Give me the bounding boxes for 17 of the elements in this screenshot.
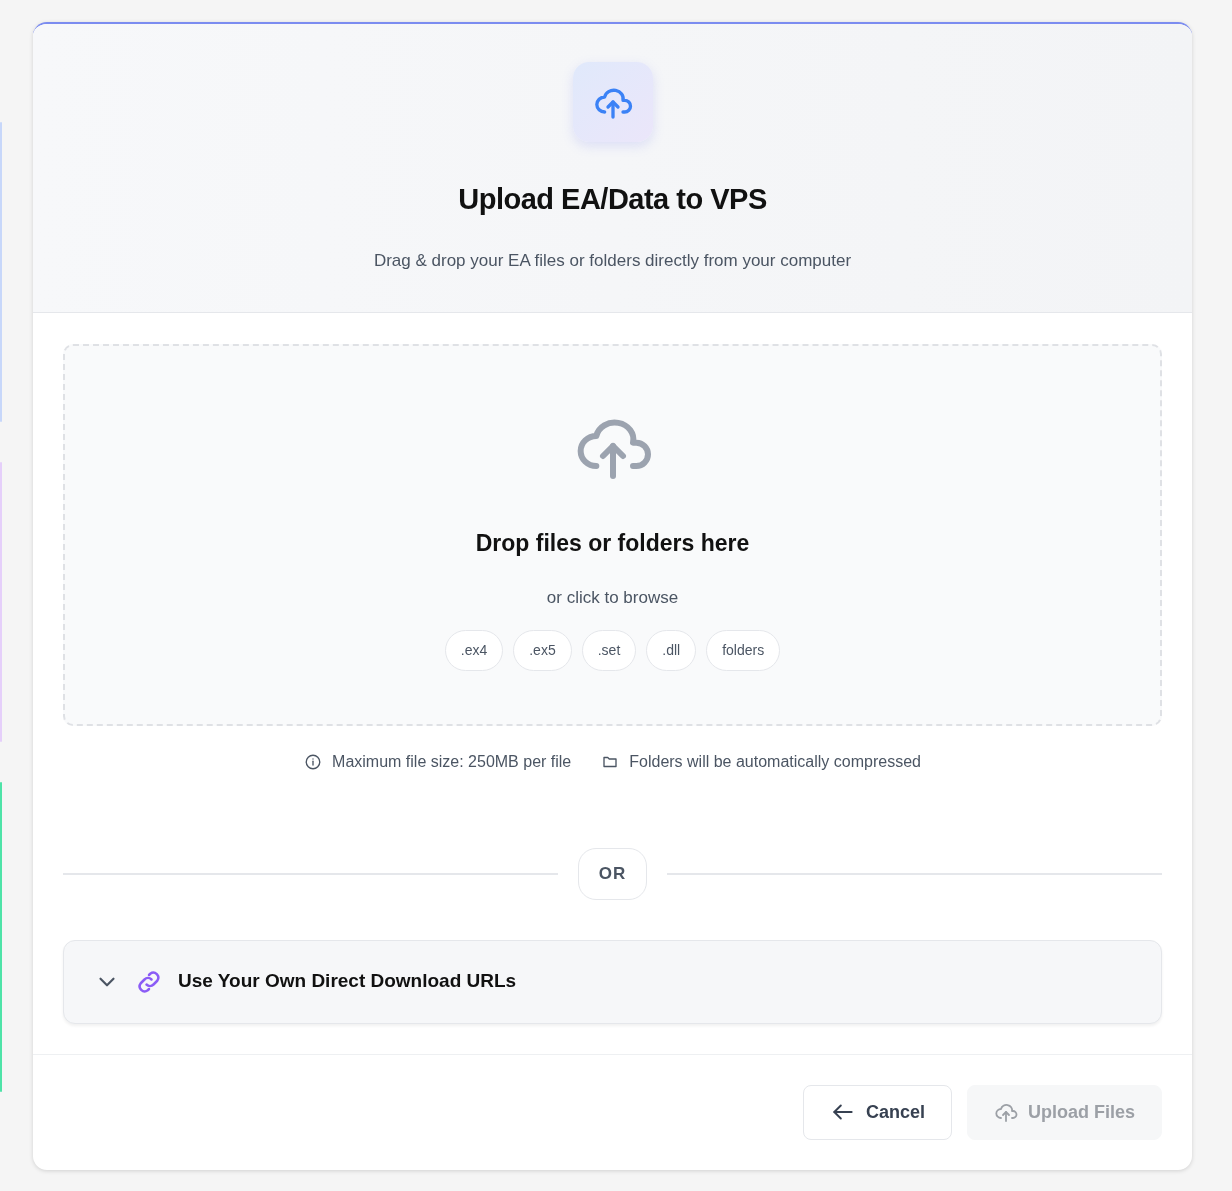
drop-zone-hint: or click to browse <box>546 586 679 609</box>
cancel-button[interactable]: Cancel <box>802 1084 952 1140</box>
file-type-tag: folders <box>706 630 781 671</box>
info-icon <box>304 753 323 771</box>
note-text: Folders will be automatically compressed <box>629 752 921 772</box>
note-text: Maximum file size: 250MB per file <box>332 752 572 772</box>
url-accordion[interactable]: Use Your Own Direct Download URLs <box>63 939 1162 1024</box>
dialog-title: Upload EA/Data to VPS <box>458 182 767 217</box>
file-type-tag: .set <box>581 630 637 671</box>
file-type-tag: .ex5 <box>513 630 572 671</box>
drop-zone[interactable]: Drop files or folders here or click to browse .ex4 .ex5 .set .dll folders <box>63 344 1162 726</box>
accordion-title: Use Your Own Direct Download URLs <box>178 969 517 994</box>
drop-zone-title: Drop files or folders here <box>475 529 750 558</box>
dialog-subtitle: Drag & drop your EA files or folders directly from your computer <box>373 249 852 272</box>
file-type-tag: .ex4 <box>444 630 504 671</box>
or-separator: OR <box>577 848 648 900</box>
file-type-tag: .dll <box>646 630 697 671</box>
